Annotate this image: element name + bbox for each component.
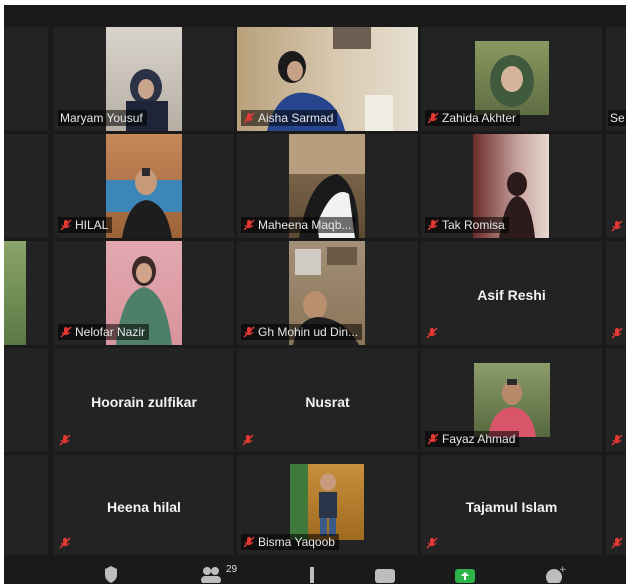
muted-mic-icon[interactable]: [60, 326, 72, 338]
participant-name: Gh Mohin ud Din...: [258, 325, 359, 339]
participant-tile-hidden-left[interactable]: [4, 348, 48, 452]
name-tag: Bisma Yaqoob: [241, 534, 339, 550]
svg-text:+: +: [559, 565, 566, 575]
participant-display-name: Asif Reshi: [477, 286, 546, 303]
participant-tile-partial-left[interactable]: [4, 241, 48, 345]
meeting-toolbar: 29 +: [4, 555, 626, 585]
participant-tile-partial-right[interactable]: [606, 348, 626, 452]
name-tag: Aisha Sarmad: [241, 110, 338, 126]
participant-tile-maheena[interactable]: Maheena Maqb...: [237, 134, 418, 238]
participant-name: Bisma Yaqoob: [258, 535, 335, 549]
muted-mic-icon[interactable]: [59, 434, 71, 446]
participant-tile-asif[interactable]: Asif Reshi: [421, 241, 602, 345]
name-tag: HILAL: [58, 217, 113, 233]
participant-video: [475, 41, 549, 115]
participant-tile-partial-right[interactable]: [606, 134, 626, 238]
muted-mic-icon[interactable]: [243, 219, 255, 231]
name-tag: Gh Mohin ud Din...: [241, 324, 363, 340]
participant-tile-hoorain[interactable]: Hoorain zulfikar: [54, 348, 234, 452]
participant-video: [474, 363, 550, 437]
share-screen-icon[interactable]: [454, 565, 476, 588]
participant-tile-heena[interactable]: Heena hilal: [54, 455, 234, 555]
participant-tile-hidden-left[interactable]: [4, 27, 48, 131]
polls-icon[interactable]: [307, 565, 319, 588]
muted-mic-icon[interactable]: [611, 434, 623, 446]
name-tag: Maryam Yousuf: [58, 110, 147, 126]
participant-tile-aisha[interactable]: Aisha Sarmad: [237, 27, 418, 131]
participant-tile-nelofar[interactable]: Nelofar Nazir: [54, 241, 234, 345]
person-silhouette: [490, 55, 534, 107]
name-tag: Nelofar Nazir: [58, 324, 150, 340]
participant-tile-tak[interactable]: Tak Romisa: [421, 134, 602, 238]
participants-icon[interactable]: [200, 565, 222, 588]
muted-mic-icon[interactable]: [611, 327, 623, 339]
muted-mic-icon[interactable]: [427, 112, 439, 124]
participant-tile-zahida[interactable]: Zahida Akhter: [421, 27, 602, 131]
muted-mic-icon[interactable]: [426, 537, 438, 549]
muted-mic-icon[interactable]: [60, 219, 72, 231]
name-tag: Se: [608, 110, 626, 126]
participant-name: Se: [610, 111, 625, 125]
muted-mic-icon[interactable]: [242, 434, 254, 446]
security-icon[interactable]: [104, 565, 118, 588]
muted-mic-icon[interactable]: [427, 219, 439, 231]
participant-display-name: Tajamul Islam: [465, 499, 558, 515]
participant-tile-tajamul[interactable]: Tajamul Islam: [421, 455, 602, 555]
participant-video: [4, 241, 26, 345]
participants-count: 29: [226, 564, 238, 575]
participant-name: Zahida Akhter: [442, 111, 517, 125]
participant-display-name: Hoorain zulfikar: [91, 393, 197, 410]
participant-video: [106, 134, 182, 238]
participant-tile-fayaz[interactable]: Fayaz Ahmad: [421, 348, 602, 452]
gallery-view: Maryam Yousuf Aisha Sarmad Zahida Akhter…: [4, 5, 626, 584]
name-tag: Maheena Maqb...: [241, 217, 356, 233]
muted-mic-icon[interactable]: [243, 112, 255, 124]
participant-name: HILAL: [75, 218, 109, 232]
muted-mic-icon[interactable]: [611, 220, 623, 232]
participant-name: Aisha Sarmad: [258, 111, 334, 125]
muted-mic-icon[interactable]: [426, 327, 438, 339]
participant-tile-maryam[interactable]: Maryam Yousuf: [54, 27, 234, 131]
reactions-icon[interactable]: +: [544, 565, 567, 588]
participant-name: Tak Romisa: [442, 218, 505, 232]
participant-tile-partial[interactable]: Se: [606, 27, 626, 131]
name-tag: Zahida Akhter: [425, 110, 521, 126]
chat-icon[interactable]: [374, 565, 396, 588]
muted-mic-icon[interactable]: [427, 433, 439, 445]
participant-name: Maheena Maqb...: [258, 218, 352, 232]
participant-name: Nelofar Nazir: [75, 325, 146, 339]
participant-tile-nusrat[interactable]: Nusrat: [237, 348, 418, 452]
person-silhouette: [290, 464, 337, 540]
participant-tile-hidden-left[interactable]: [4, 455, 48, 555]
muted-mic-icon[interactable]: [611, 537, 623, 549]
participant-tile-hilal[interactable]: HILAL: [54, 134, 234, 238]
name-tag: Fayaz Ahmad: [425, 431, 520, 447]
participant-display-name: Heena hilal: [107, 499, 181, 515]
muted-mic-icon[interactable]: [243, 536, 255, 548]
muted-mic-icon[interactable]: [243, 326, 255, 338]
participant-video: [290, 464, 364, 540]
muted-mic-icon[interactable]: [59, 537, 71, 549]
participant-tile-mohin[interactable]: Gh Mohin ud Din...: [237, 241, 418, 345]
participant-tile-partial-right[interactable]: [606, 241, 626, 345]
participant-tile-hidden-left[interactable]: [4, 134, 48, 238]
person-silhouette: [106, 168, 182, 238]
person-silhouette: [488, 379, 536, 437]
participant-name: Fayaz Ahmad: [442, 432, 516, 446]
name-tag: Tak Romisa: [425, 217, 509, 233]
participant-name: Maryam Yousuf: [60, 111, 143, 125]
participant-tile-partial-right[interactable]: [606, 455, 626, 555]
participant-display-name: Nusrat: [305, 393, 350, 410]
participant-tile-bisma[interactable]: Bisma Yaqoob: [237, 455, 418, 555]
